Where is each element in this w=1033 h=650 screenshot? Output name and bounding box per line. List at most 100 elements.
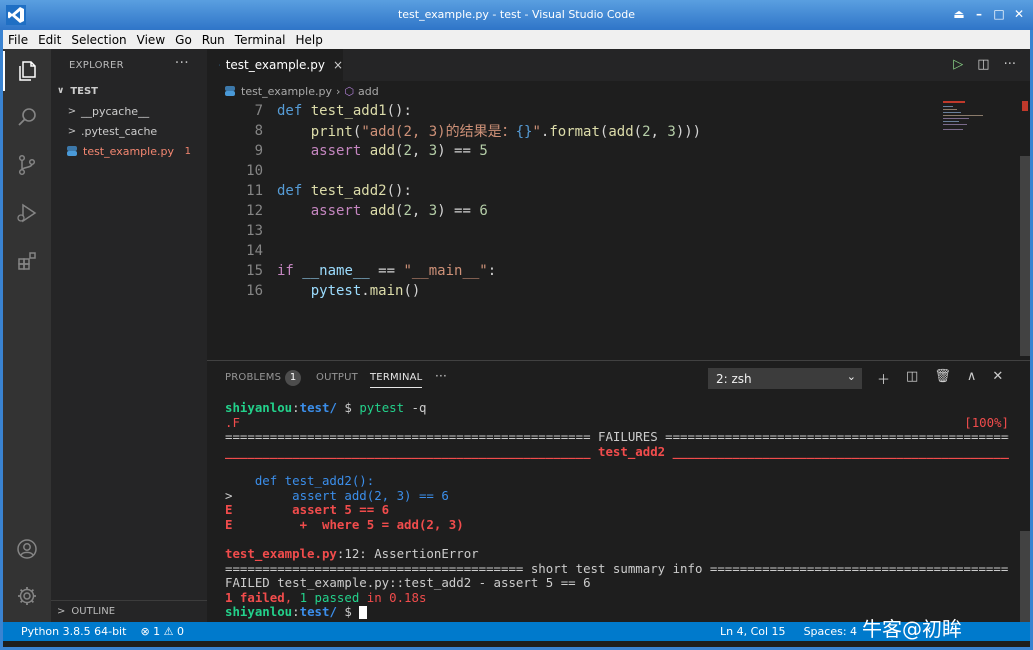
terminal-line: ========================================… [225,561,1009,576]
source-control-icon[interactable] [3,145,51,185]
line-number: 8 [254,123,263,139]
explorer-icon[interactable] [3,51,51,91]
tab-label: test_example.py [225,58,325,72]
indentation[interactable]: Spaces: 4 [804,625,857,638]
menu-bar: File Edit Selection View Go Run Terminal… [3,30,1030,49]
code-line: 10 [207,161,937,181]
terminal-select[interactable]: 2: zsh ⌄ [708,368,862,389]
extensions-icon[interactable] [3,241,51,281]
line-number: 7 [254,103,263,119]
terminal-line: FAILED test_example.py::test_add2 - asse… [225,575,591,591]
line-number: 9 [254,143,263,159]
chevron-down-icon: ∨ [57,86,65,96]
search-icon[interactable] [3,97,51,137]
terminal-line: ========================================… [225,430,1009,445]
error-marker [1022,101,1028,111]
minimize-icon[interactable]: – [973,7,985,21]
explorer-title: EXPLORER [69,59,124,71]
code-line: 9 assert add(2, 3) == 5 [207,141,937,161]
code-line: 13 [207,221,937,241]
menu-edit[interactable]: Edit [33,33,66,47]
tree-item-label: __pycache__ [81,104,150,118]
terminal-output[interactable]: shiyanlou:test/ $ pytest -q .F [100%] ===… [225,400,1009,620]
terminal-scroll-thumb[interactable] [1020,531,1030,623]
menu-go[interactable]: Go [170,33,197,47]
tree-item-label: .pytest_cache [81,124,158,138]
minimap-preview [943,101,983,130]
window-title: test_example.py - test - Visual Studio C… [397,8,636,21]
split-terminal-icon[interactable]: ◫ [906,369,918,388]
tree-item-test-example[interactable]: test_example.py 1 [51,141,207,161]
title-bar: test_example.py - test - Visual Studio C… [0,0,1033,30]
code-line: 8 print("add(2, 3)的结果是：{}".format(add(2,… [207,121,937,141]
tree-item-pycache[interactable]: > __pycache__ [51,101,207,121]
more-actions-icon[interactable]: ··· [175,55,189,71]
menu-file[interactable]: File [3,33,33,47]
tab-problems[interactable]: PROBLEMS 1 [225,370,302,386]
account-icon[interactable] [3,529,51,569]
explorer-sidebar: EXPLORER ··· ∨ TEST > __pycache__ > .pyt… [51,49,207,622]
minimap[interactable] [937,101,1030,360]
split-editor-icon[interactable]: ◫ [977,57,989,72]
code-line: 15 if __name__ == "__main__": [207,261,937,281]
terminal-line: > assert add(2, 3) == 6 [225,487,449,503]
tab-test-example[interactable]: test_example.py × [207,49,343,81]
breadcrumb-symbol[interactable]: add [358,85,379,98]
window-menu-icon[interactable]: ⏏ [953,7,965,21]
new-terminal-icon[interactable]: ＋ [877,369,890,388]
close-window-icon[interactable]: ✕ [1013,7,1025,21]
editor-scroll-thumb[interactable] [1020,156,1030,356]
tab-output[interactable]: OUTPUT [316,372,358,383]
editor-scrollbar[interactable] [1020,101,1030,360]
problems-status[interactable]: ⊗ 1 ⚠ 0 [140,625,184,638]
tree-item-pytest-cache[interactable]: > .pytest_cache [51,121,207,141]
outline-section[interactable]: > OUTLINE [51,600,207,622]
code-line: 14 [207,241,937,261]
menu-view[interactable]: View [132,33,170,47]
code-line: 12 assert add(2, 3) == 6 [207,201,937,221]
run-debug-icon[interactable] [3,193,51,233]
run-file-icon[interactable]: ▷ [953,57,963,72]
folder-label: TEST [70,85,98,97]
python-file-icon [225,86,235,96]
chevron-up-icon[interactable]: ∧ [967,369,977,388]
menu-run[interactable]: Run [197,33,230,47]
terminal-line: def test_add2(): [225,472,375,488]
code-line: 7 def test_add1(): [207,101,937,121]
breadcrumb-file[interactable]: test_example.py [241,85,332,98]
trash-icon[interactable]: 🗑 [934,369,951,388]
maximize-icon[interactable]: □ [993,7,1005,21]
chevron-right-icon: > [67,105,77,117]
folder-test[interactable]: ∨ TEST [51,81,207,101]
menu-selection[interactable]: Selection [66,33,131,47]
menu-terminal[interactable]: Terminal [230,33,291,47]
explorer-header: EXPLORER ··· [51,49,207,81]
line-number: 10 [246,163,263,179]
menu-help[interactable]: Help [291,33,328,47]
terminal-line: E assert 5 == 6 [225,502,390,518]
chevron-right-icon: > [57,606,66,617]
code-editor[interactable]: 7 def test_add1(): 8 print("add(2, 3)的结果是… [207,101,937,360]
line-number: 13 [246,223,263,239]
close-tab-icon[interactable]: × [333,58,343,72]
settings-gear-icon[interactable] [3,576,51,616]
terminal-line: shiyanlou:test/ $ pytest -q [225,400,427,415]
more-actions-icon[interactable]: ··· [435,369,447,383]
panel-header: PROBLEMS 1 OUTPUT TERMINAL ··· 2: zsh ⌄ ＋… [207,361,1030,395]
chevron-down-icon: ⌄ [846,370,856,383]
activity-bar [3,49,51,622]
problem-count-badge: 1 [184,145,191,157]
cursor-position[interactable]: Ln 4, Col 15 [720,625,786,638]
tab-terminal[interactable]: TERMINAL [370,372,423,388]
line-number: 14 [246,243,263,259]
more-actions-icon[interactable]: ··· [1004,57,1016,72]
symbol-method-icon: ⬡ [344,84,354,98]
code-line: 16 pytest.main() [207,281,937,301]
close-panel-icon[interactable]: ✕ [992,369,1003,388]
editor-tabs: test_example.py × ▷ ◫ ··· [207,49,1030,81]
python-interpreter[interactable]: Python 3.8.5 64-bit [21,625,126,638]
terminal-line: test_example.py:12: AssertionError [225,545,479,561]
python-file-icon [219,64,220,66]
